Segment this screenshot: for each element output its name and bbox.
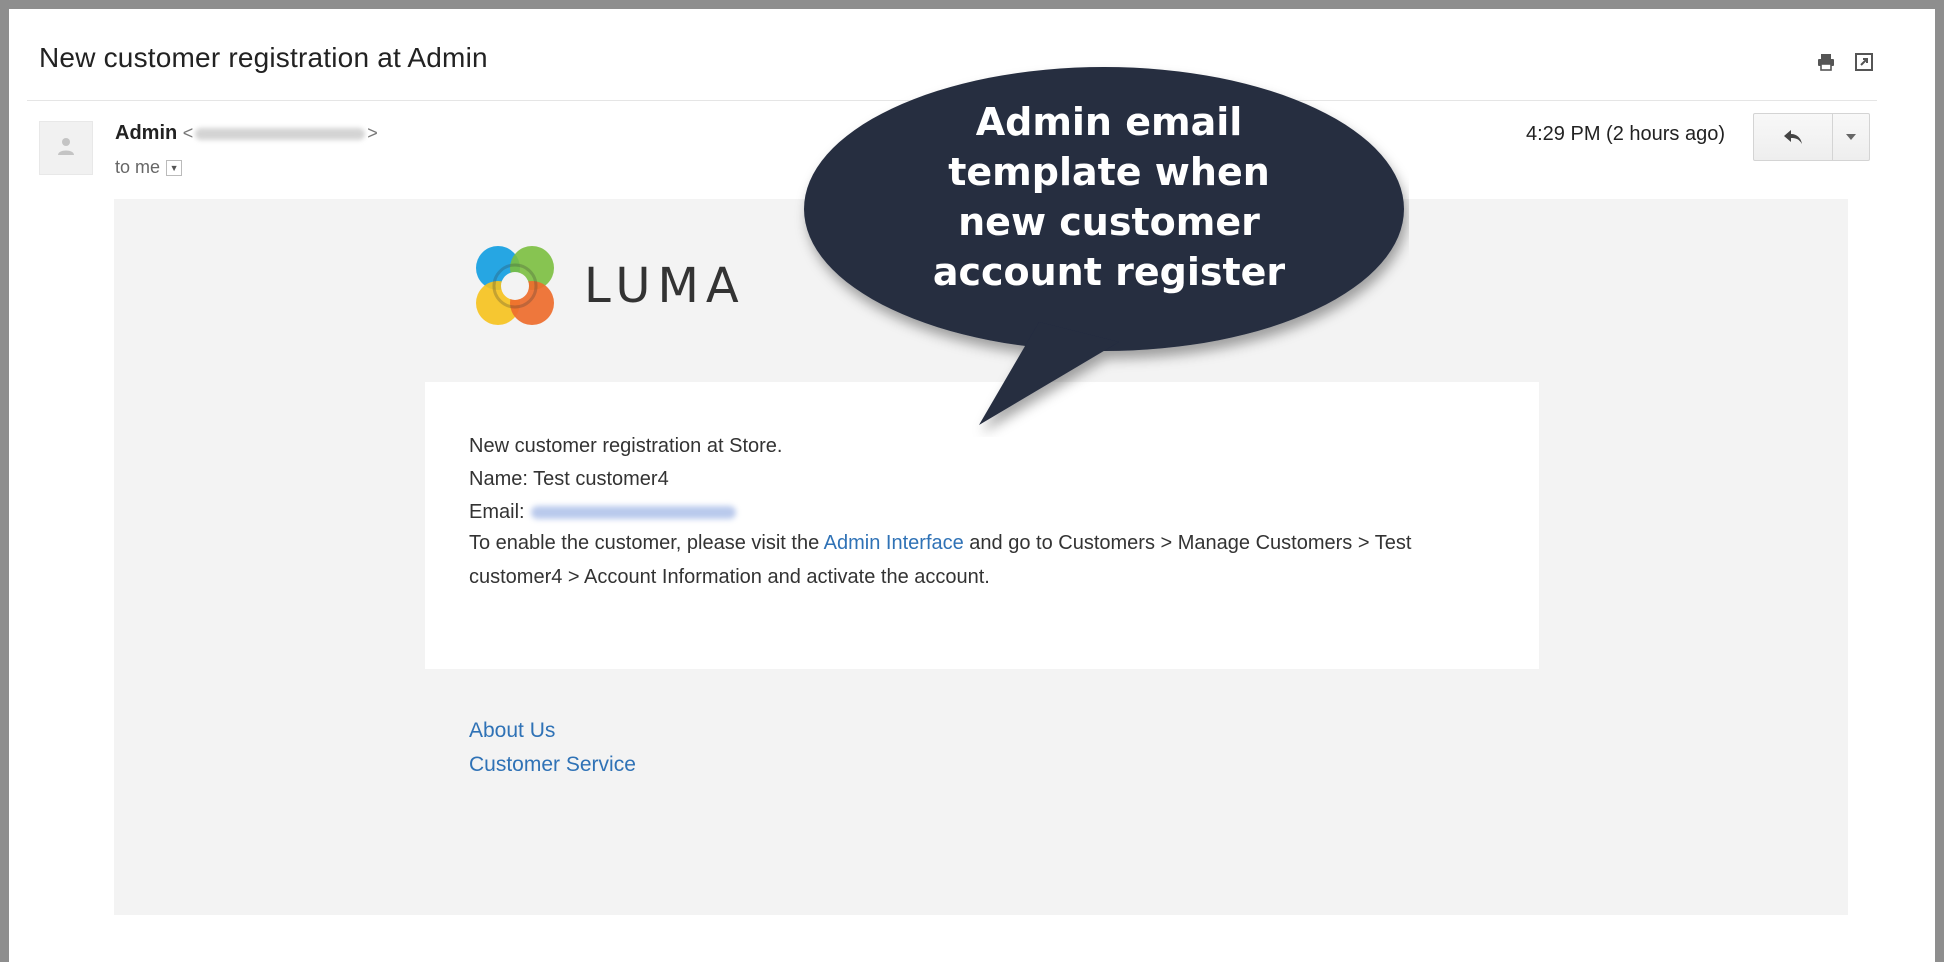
redacted-address <box>195 128 366 141</box>
sender-address: < > <box>182 123 378 143</box>
person-icon <box>58 138 74 155</box>
customer-service-link[interactable]: Customer Service <box>469 748 636 782</box>
registration-heading: New customer registration at Store. <box>469 435 783 457</box>
instructions-paragraph: To enable the customer, please visit the… <box>469 532 1412 588</box>
admin-interface-link[interactable]: Admin Interface <box>824 532 964 554</box>
more-options-button[interactable] <box>1833 114 1869 160</box>
logo-wordmark: LUMA <box>584 258 746 314</box>
top-actions <box>1815 51 1875 73</box>
customer-email-row: Email: <box>469 496 782 529</box>
registration-details: New customer registration at Store. Name… <box>469 430 782 529</box>
avatar <box>39 121 93 175</box>
email-window: New customer registration at Admin Admin… <box>0 0 1944 962</box>
luma-logo: LUMA <box>470 241 746 331</box>
about-us-link[interactable]: About Us <box>469 714 636 748</box>
reply-button-group <box>1753 113 1870 161</box>
redacted-customer-email[interactable] <box>530 506 736 520</box>
recipient-label: to me <box>115 157 161 177</box>
customer-name: Name: Test customer4 <box>469 468 669 490</box>
sender-line: Admin < > <box>115 122 378 145</box>
open-new-window-icon[interactable] <box>1853 51 1875 73</box>
email-label: Email: <box>469 501 525 523</box>
callout-text: Admin email template when new customer a… <box>932 100 1286 294</box>
luma-logo-icon <box>476 246 554 325</box>
details-dropdown-icon[interactable]: ▼ <box>166 159 183 176</box>
reply-icon <box>1784 130 1802 144</box>
message-card: New customer registration at Store. Name… <box>425 382 1539 669</box>
footer-links: About Us Customer Service <box>469 714 636 782</box>
timestamp: 4:29 PM (2 hours ago) <box>1526 123 1725 145</box>
email-body: LUMA New customer registration at Store.… <box>114 199 1848 915</box>
email-subject: New customer registration at Admin <box>39 42 488 73</box>
chevron-down-icon <box>1846 134 1856 140</box>
print-icon[interactable] <box>1815 51 1837 73</box>
reply-button[interactable] <box>1754 114 1833 160</box>
sender-name[interactable]: Admin <box>115 122 177 144</box>
recipient-line: to me ▼ <box>115 157 183 178</box>
